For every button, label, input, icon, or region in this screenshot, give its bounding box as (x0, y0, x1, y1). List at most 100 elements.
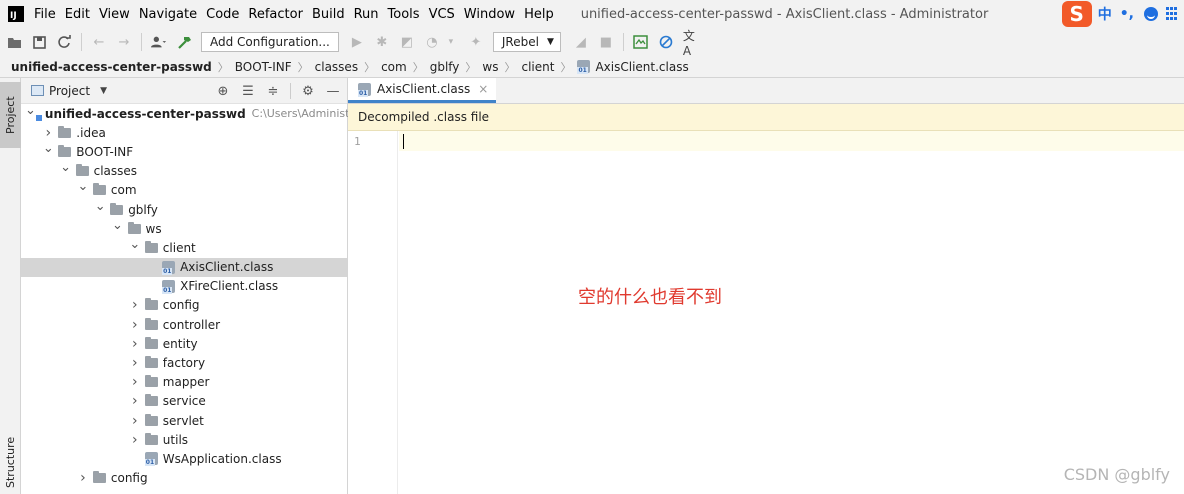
chevron-down-icon[interactable]: ⌄ (42, 142, 54, 155)
tree-item-config[interactable]: › config (21, 296, 347, 315)
add-configuration-button[interactable]: Add Configuration... (201, 32, 339, 52)
tree-item-label: BOOT-INF (76, 144, 134, 159)
tree-item-service[interactable]: › service (21, 392, 347, 411)
profile-icon[interactable]: ◔ (424, 34, 440, 50)
chevron-right-icon[interactable]: › (129, 393, 141, 409)
tree-item-utils[interactable]: › utils (21, 430, 347, 449)
coverage-icon[interactable]: ◩ (399, 34, 415, 50)
tree-item-factory[interactable]: › factory (21, 353, 347, 372)
ime-punctuation-toggle[interactable]: •, (1120, 6, 1134, 22)
menu-navigate[interactable]: Navigate (139, 7, 197, 22)
translate-icon[interactable]: 文A (683, 29, 699, 58)
tree-item-controller[interactable]: › controller (21, 315, 347, 334)
save-icon[interactable] (31, 34, 47, 50)
menu-build[interactable]: Build (312, 7, 345, 22)
gear-icon[interactable]: ⚙ (300, 82, 316, 100)
menu-edit[interactable]: Edit (65, 7, 90, 22)
ime-emoji-icon[interactable] (1144, 7, 1158, 21)
chevron-down-icon[interactable]: ⌄ (77, 180, 89, 193)
run-icon[interactable]: ▶ (349, 34, 365, 50)
chevron-right-icon[interactable]: › (129, 374, 141, 390)
breadcrumb-file[interactable]: AxisClient.class (595, 60, 688, 74)
jrebel-select[interactable]: JRebel ▼ (492, 32, 561, 52)
ime-toolbox-icon[interactable] (1166, 7, 1180, 21)
tree-item-mapper[interactable]: › mapper (21, 373, 347, 392)
chevron-right-icon[interactable]: › (129, 432, 141, 448)
tree-item-xfireclient-class[interactable]: ›XFireClient.class (21, 277, 347, 296)
tree-item-com[interactable]: ⌄ com (21, 180, 347, 200)
structure-tool-tab[interactable]: Structure (0, 430, 21, 494)
menu-code[interactable]: Code (206, 7, 239, 22)
tree-item-config[interactable]: › config (21, 469, 347, 488)
expand-all-icon[interactable]: ☰ (240, 82, 256, 100)
project-tool-tab[interactable]: Project (0, 82, 21, 148)
forward-icon[interactable]: → (116, 34, 132, 50)
menu-file[interactable]: File (34, 7, 56, 22)
locate-file-icon[interactable]: ⊕ (215, 82, 231, 100)
tree-item-wsapplication-class[interactable]: ›WsApplication.class (21, 449, 347, 468)
tree-item-classes[interactable]: ⌄ classes (21, 161, 347, 181)
menu-tools[interactable]: Tools (388, 7, 420, 22)
chevron-down-icon[interactable]: ⌄ (60, 161, 72, 174)
chevron-right-icon[interactable]: › (129, 413, 141, 429)
menu-refactor[interactable]: Refactor (248, 7, 303, 22)
menu-view[interactable]: View (99, 7, 130, 22)
tree-item-ws[interactable]: ⌄ ws (21, 219, 347, 238)
menu-help[interactable]: Help (524, 7, 554, 22)
structure-tool-tab-label: Structure (4, 436, 17, 488)
jrebel-run-icon[interactable]: ◢ (573, 34, 589, 50)
hide-panel-icon[interactable]: — (325, 82, 341, 100)
tree-item-gblfy[interactable]: ⌄ gblfy (21, 200, 347, 219)
debug-icon[interactable]: ✱ (374, 34, 390, 50)
run-dropdown-icon[interactable]: ▾ (443, 34, 459, 50)
sogou-ime-icon[interactable]: S (1061, 1, 1092, 27)
chevron-right-icon[interactable]: › (129, 297, 141, 313)
breadcrumb-boot-inf[interactable]: BOOT-INF (235, 60, 292, 74)
close-icon[interactable]: × (478, 82, 488, 96)
tree-item-idea[interactable]: › .idea (21, 123, 347, 142)
chevron-down-icon[interactable]: ⌄ (112, 219, 124, 232)
chevron-right-icon[interactable]: › (42, 125, 54, 141)
menu-run[interactable]: Run (354, 7, 379, 22)
chevron-down-icon[interactable]: ⌄ (94, 200, 106, 213)
project-view-selector[interactable]: Project (49, 84, 90, 98)
chevron-right-icon[interactable]: › (129, 355, 141, 371)
breadcrumb-project[interactable]: unified-access-center-passwd (11, 60, 212, 74)
open-icon[interactable] (6, 34, 22, 50)
tree-item-unified-access-center-passwd[interactable]: ⌄ unified-access-center-passwd C:\Users\Ad… (21, 104, 361, 123)
line-number: 1 (354, 135, 361, 148)
editor-tab-axisclient[interactable]: AxisClient.class × (348, 78, 497, 103)
left-tool-strip: Project Structure (0, 78, 21, 494)
back-icon[interactable]: ← (91, 34, 107, 50)
ime-mode-toggle[interactable]: 中 (1098, 4, 1112, 24)
chevron-down-icon[interactable]: ▼ (100, 86, 107, 96)
tree-item-client[interactable]: ⌄ client (21, 238, 347, 257)
chevron-right-icon[interactable]: › (77, 470, 89, 486)
breadcrumb-gblfy[interactable]: gblfy (430, 60, 460, 74)
chevron-down-icon[interactable]: ⌄ (25, 104, 36, 117)
breadcrumb-com[interactable]: com (381, 60, 407, 74)
no-entry-icon[interactable] (658, 34, 674, 50)
build-hammer-icon[interactable] (176, 34, 192, 50)
user-icon[interactable] (151, 34, 167, 50)
tree-item-entity[interactable]: › entity (21, 334, 347, 353)
stop-icon[interactable]: ■ (598, 34, 614, 50)
collapse-all-icon[interactable]: ≑ (265, 82, 281, 100)
chevron-right-icon[interactable]: › (129, 336, 141, 352)
tree-item-servlet[interactable]: › servlet (21, 411, 347, 430)
tree-item-label: factory (162, 356, 206, 371)
code-editor[interactable]: 1 空的什么也看不到 (348, 131, 1184, 494)
chevron-down-icon[interactable]: ⌄ (129, 238, 141, 251)
breadcrumb-client[interactable]: client (521, 60, 554, 74)
menu-vcs[interactable]: VCS (429, 7, 455, 22)
sync-icon[interactable] (56, 34, 72, 50)
breadcrumb-classes[interactable]: classes (315, 60, 358, 74)
chevron-right-icon[interactable]: › (129, 317, 141, 333)
tree-item-axisclient-class[interactable]: ›AxisClient.class (21, 257, 347, 277)
tree-item-boot-inf[interactable]: ⌄ BOOT-INF (21, 142, 347, 161)
attach-debugger-icon[interactable]: ✦ (468, 34, 484, 50)
breadcrumb-ws[interactable]: ws (482, 60, 498, 74)
menu-window[interactable]: Window (464, 7, 515, 22)
toolbar-separator (141, 33, 142, 51)
monitor-icon[interactable] (633, 34, 649, 50)
